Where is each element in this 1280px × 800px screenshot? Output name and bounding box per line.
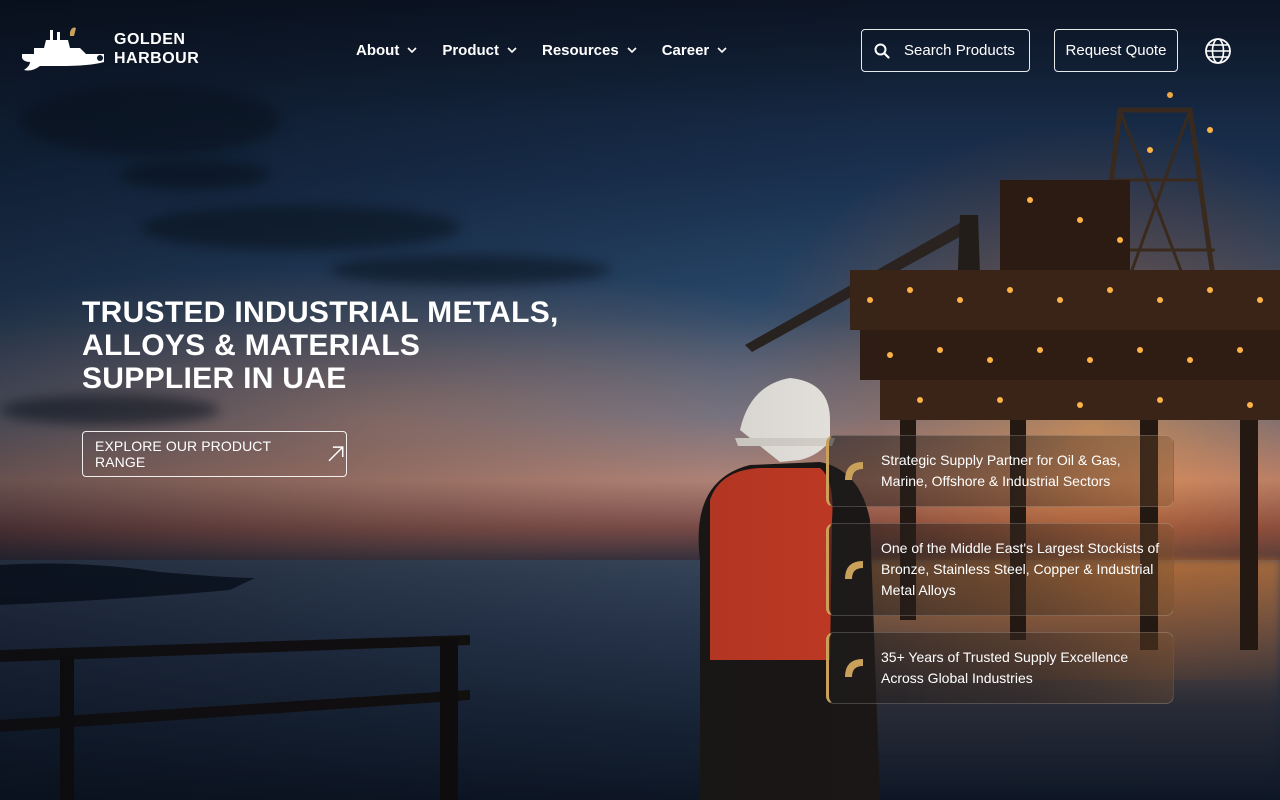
search-icon: [874, 43, 890, 59]
quarter-arc-icon: [845, 659, 863, 677]
chevron-down-icon: [627, 47, 637, 54]
ship-wrench-logo-icon: [22, 27, 104, 71]
chevron-down-icon: [407, 47, 417, 54]
feature-card: 35+ Years of Trusted Supply Excellence A…: [826, 632, 1174, 704]
brand-name-line-1: GOLDEN: [114, 31, 186, 48]
search-products-button[interactable]: Search Products: [861, 29, 1030, 72]
chevron-down-icon: [717, 47, 727, 54]
chevron-down-icon: [507, 47, 517, 54]
explore-products-label: EXPLORE OUR PRODUCT RANGE: [95, 438, 271, 470]
quarter-arc-icon: [845, 560, 863, 579]
brand-name-line-2: HARBOUR: [114, 50, 200, 67]
nav-item-label: Career: [661, 41, 710, 59]
feature-card: Strategic Supply Partner for Oil & Gas, …: [826, 435, 1174, 507]
request-quote-label: Request Quote: [1065, 42, 1167, 59]
feature-card: One of the Middle East's Largest Stockis…: [826, 523, 1174, 616]
feature-text: One of the Middle East's Largest Stockis…: [881, 540, 1160, 598]
hero-title-line: SUPPLIER IN UAE: [82, 362, 347, 395]
request-quote-button[interactable]: Request Quote: [1054, 29, 1178, 72]
main-navigation: About Product Resources Career: [356, 40, 728, 60]
nav-item-career[interactable]: Career: [662, 40, 729, 60]
hero-title: TRUSTED INDUSTRIAL METALS, ALLOYS & MATE…: [82, 296, 562, 395]
brand-logo[interactable]: GOLDEN HARBOUR: [20, 26, 199, 72]
globe-icon[interactable]: [1204, 37, 1232, 65]
feature-text: 35+ Years of Trusted Supply Excellence A…: [881, 649, 1129, 686]
explore-products-button[interactable]: EXPLORE OUR PRODUCT RANGE: [82, 431, 347, 477]
nav-item-about[interactable]: About: [356, 40, 418, 60]
hero-title-line: TRUSTED INDUSTRIAL METALS,: [82, 296, 559, 329]
nav-item-label: Product: [442, 41, 499, 59]
nav-item-product[interactable]: Product: [442, 40, 518, 60]
arrow-up-right-icon: [328, 446, 344, 462]
site-header: GOLDEN HARBOUR About Product Resources C…: [0, 0, 1280, 100]
hero-title-line: ALLOYS & MATERIALS: [82, 329, 421, 362]
nav-item-label: About: [356, 41, 400, 59]
nav-item-resources[interactable]: Resources: [542, 40, 638, 60]
search-products-label: Search Products: [904, 42, 1015, 59]
quarter-arc-icon: [845, 462, 863, 480]
nav-item-label: Resources: [542, 41, 619, 59]
feature-text: Strategic Supply Partner for Oil & Gas, …: [881, 452, 1121, 489]
